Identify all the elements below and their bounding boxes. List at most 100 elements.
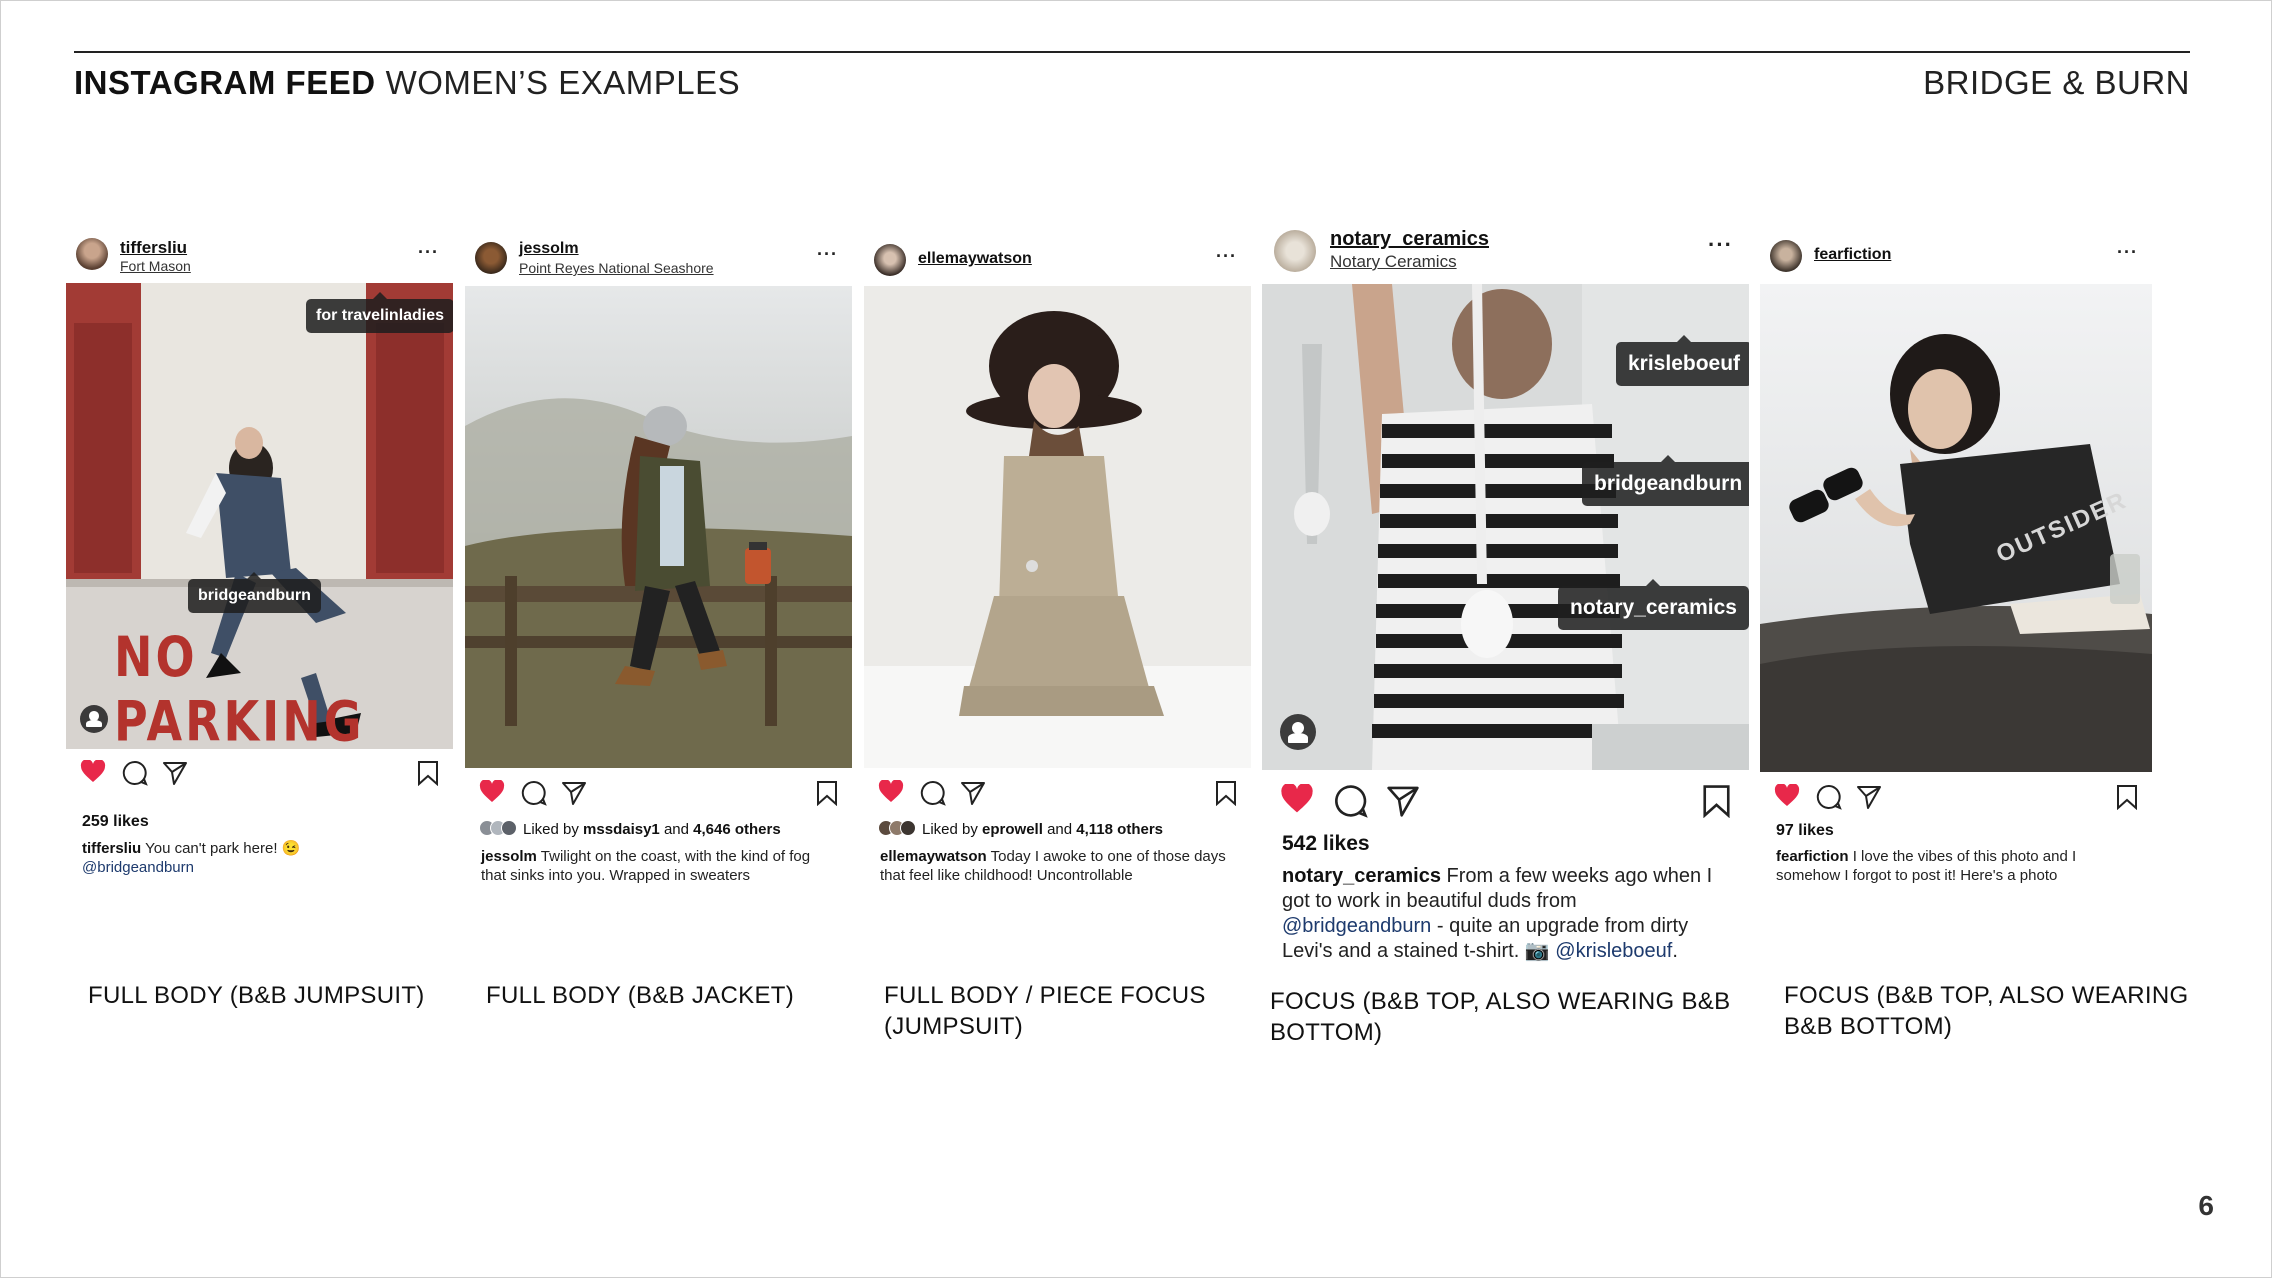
photo-illustration — [864, 286, 1251, 768]
likes-count[interactable]: 97 likes — [1776, 822, 1834, 840]
post-location[interactable]: Fort Mason — [120, 258, 191, 274]
post-caption: ellemaywatson Today I awoke to one of th… — [880, 848, 1230, 886]
share-icon[interactable] — [162, 760, 188, 786]
likes-count[interactable]: 542 likes — [1282, 832, 1370, 856]
post-location[interactable]: Point Reyes National Seashore — [519, 260, 714, 276]
caption-username[interactable]: jessolm — [481, 848, 537, 865]
heart-icon[interactable] — [1774, 784, 1800, 808]
instagram-post-3: ellemaywatson ··· Liked by eprowell and … — [864, 228, 1251, 888]
more-options-icon[interactable]: ··· — [817, 244, 838, 265]
photo-tag[interactable]: bridgeandburn — [188, 572, 321, 613]
more-options-icon[interactable]: ··· — [1708, 232, 1733, 258]
instagram-post-2: jessolm Point Reyes National Seashore ··… — [465, 228, 852, 888]
label-line-2: BOTTOM) — [1270, 1019, 1383, 1047]
label-line-1: FOCUS (B&B TOP, ALSO WEARING — [1784, 982, 2189, 1009]
post-label-4: FOCUS (B&B TOP, ALSO WEARING B&B BOTTOM) — [1270, 986, 1730, 1048]
page-number: 6 — [2198, 1190, 2214, 1221]
heart-icon[interactable] — [878, 780, 904, 804]
avatar[interactable] — [1770, 240, 1802, 272]
share-icon[interactable] — [561, 780, 587, 806]
post-username[interactable]: notary_ceramics — [1330, 228, 1489, 251]
more-options-icon[interactable]: ··· — [418, 242, 439, 263]
post-label-5: FOCUS (B&B TOP, ALSO WEARING B&B BOTTOM) — [1784, 980, 2189, 1042]
liked-by-others[interactable]: 4,118 others — [1076, 821, 1163, 838]
post-caption: tiffersliu You can't park here! 😉 @bridg… — [82, 840, 432, 878]
post-label-1: FULL BODY (B&B JUMPSUIT) — [88, 982, 425, 1009]
photo-tag[interactable]: bridgeandburn — [1582, 455, 1749, 506]
heart-icon[interactable] — [1280, 784, 1314, 815]
heart-icon[interactable] — [80, 760, 106, 784]
caption-mention[interactable]: @bridgeandburn — [82, 859, 194, 876]
post-location[interactable]: Notary Ceramics — [1330, 252, 1457, 272]
avatar[interactable] — [1274, 230, 1316, 272]
bookmark-icon[interactable] — [1702, 784, 1731, 818]
photo-illustration — [465, 286, 852, 768]
liked-by-others[interactable]: 4,646 others — [693, 821, 781, 838]
user-tags-icon[interactable] — [80, 705, 108, 733]
comment-icon[interactable] — [521, 780, 547, 806]
avatar[interactable] — [874, 244, 906, 276]
caption-text: You can't park here! 😉 — [145, 840, 301, 857]
header-rule — [74, 51, 2190, 53]
action-bar — [864, 780, 1251, 810]
post-label-2: FULL BODY (B&B JACKET) — [486, 982, 795, 1009]
label-line-1: FOCUS (B&B TOP, ALSO WEARING B&B — [1270, 988, 1731, 1015]
post-photo[interactable] — [465, 286, 852, 768]
instagram-post-4: notary_ceramics Notary Ceramics ··· kris… — [1262, 222, 1749, 962]
likes-count[interactable]: 259 likes — [82, 813, 149, 831]
share-icon[interactable] — [1856, 784, 1882, 810]
post-username[interactable]: ellemaywatson — [918, 250, 1032, 268]
liked-by-user[interactable]: mssdaisy1 — [583, 821, 660, 838]
more-options-icon[interactable]: ··· — [2117, 242, 2138, 263]
comment-icon[interactable] — [1334, 784, 1368, 818]
post-photo[interactable]: krisleboeuf bridgeandburn notary_ceramic… — [1262, 284, 1749, 770]
liked-by-user[interactable]: eprowell — [982, 821, 1043, 838]
action-bar — [1262, 784, 1749, 822]
post-username[interactable]: fearfiction — [1814, 246, 1891, 264]
bookmark-icon[interactable] — [1215, 780, 1237, 806]
liked-by-and: and — [663, 820, 689, 838]
caption-username[interactable]: ellemaywatson — [880, 848, 987, 865]
heart-icon[interactable] — [479, 780, 505, 804]
user-tags-icon[interactable] — [1280, 714, 1316, 750]
photo-tag[interactable]: krisleboeuf — [1616, 335, 1749, 386]
caption-username[interactable]: tiffersliu — [82, 840, 141, 857]
caption-username[interactable]: notary_ceramics — [1282, 865, 1441, 887]
share-icon[interactable] — [1386, 784, 1420, 818]
post-caption: jessolm Twilight on the coast, with the … — [481, 848, 831, 886]
comment-icon[interactable] — [122, 760, 148, 786]
caption-mention[interactable]: @bridgeandburn — [1282, 915, 1431, 937]
liked-by[interactable]: Liked by eprowell and 4,118 others — [878, 820, 1163, 840]
action-bar — [465, 780, 852, 810]
post-label-3: FULL BODY / PIECE FOCUS (JUMPSUIT) — [884, 980, 1206, 1042]
post-photo[interactable] — [864, 286, 1251, 768]
caption-mention[interactable]: @krisleboeuf — [1555, 940, 1672, 962]
avatar[interactable] — [76, 238, 108, 270]
parking-sign-text: NO PARKING — [114, 624, 365, 749]
label-line-1: FULL BODY / PIECE FOCUS — [884, 982, 1206, 1009]
label-line-2: B&B BOTTOM) — [1784, 1013, 1953, 1041]
instagram-post-5: fearfiction ··· OUTSIDER 97 likes fearfi… — [1760, 228, 2152, 888]
liked-by[interactable]: Liked by mssdaisy1 and 4,646 others — [479, 820, 781, 840]
bookmark-icon[interactable] — [816, 780, 838, 806]
share-icon[interactable] — [960, 780, 986, 806]
label-line-2: (JUMPSUIT) — [884, 1013, 1023, 1041]
bookmark-icon[interactable] — [2116, 784, 2138, 810]
liked-by-prefix: Liked by — [922, 820, 978, 838]
post-username[interactable]: tiffersliu — [120, 238, 187, 258]
comment-icon[interactable] — [1816, 784, 1842, 810]
photo-tag[interactable]: notary_ceramics — [1558, 579, 1749, 630]
title-bold: INSTAGRAM FEED — [74, 64, 376, 101]
bookmark-icon[interactable] — [417, 760, 439, 786]
liker-avatars — [479, 820, 517, 840]
caption-end: . — [1672, 940, 1678, 962]
caption-username[interactable]: fearfiction — [1776, 848, 1849, 865]
post-username[interactable]: jessolm — [519, 240, 579, 258]
photo-tag[interactable]: for travelinladies — [306, 292, 453, 333]
avatar[interactable] — [475, 242, 507, 274]
comment-icon[interactable] — [920, 780, 946, 806]
more-options-icon[interactable]: ··· — [1216, 246, 1237, 267]
post-photo[interactable]: NO PARKING for travelinladies bridgeandb… — [66, 283, 453, 749]
action-bar — [1760, 784, 2152, 814]
post-photo[interactable]: OUTSIDER — [1760, 284, 2152, 772]
